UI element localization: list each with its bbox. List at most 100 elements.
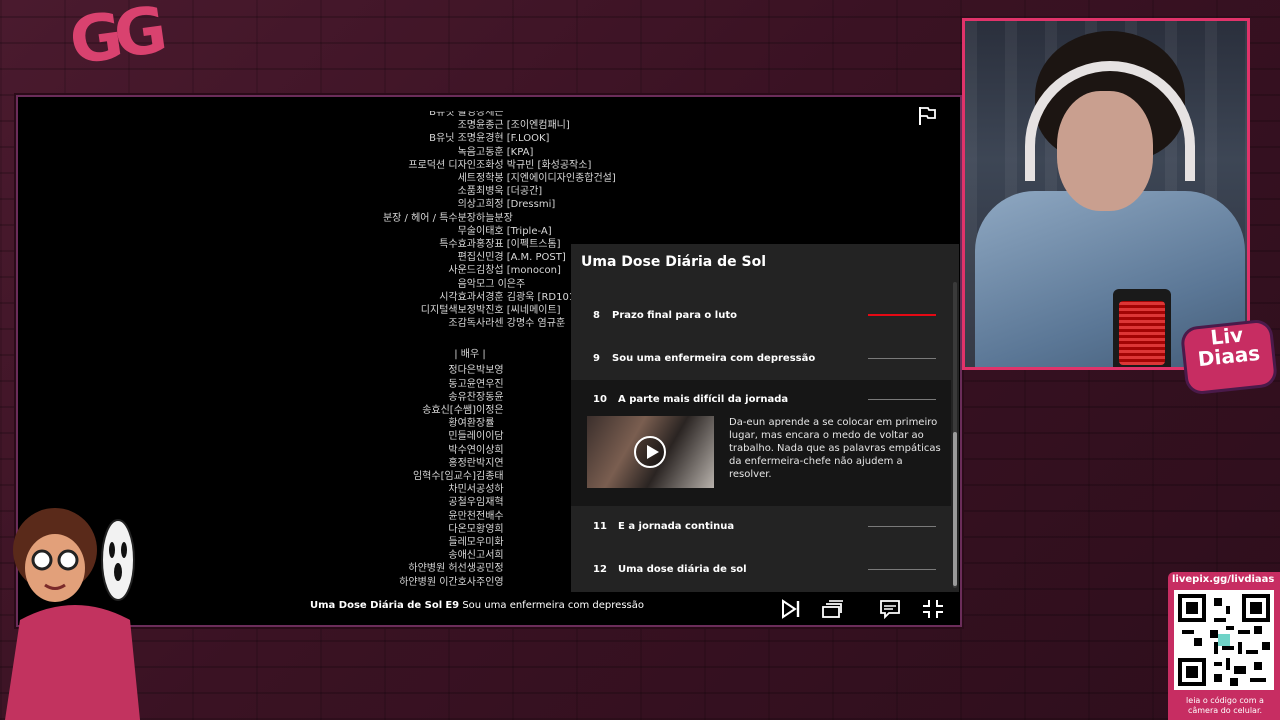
credit-role: 프로덕션 디자인 [408, 159, 476, 171]
episode-progress [868, 358, 936, 359]
episode-number: 9 [593, 353, 600, 364]
play-icon[interactable] [634, 436, 666, 468]
episode-row[interactable]: 12 Uma dose diária de sol [571, 550, 951, 592]
credit-name: 고동훈 [KPA] [476, 146, 534, 158]
credit-role: 홍정란 [448, 457, 476, 469]
credit-role: 정다은 [448, 365, 476, 377]
qr-code [1174, 590, 1274, 690]
episode-title: Sou uma enfermeira com depressão [612, 353, 816, 364]
credit-name: 하늘분장 [476, 212, 513, 224]
gg-logo: GG [65, 0, 164, 80]
credit-role: 특수효과 [439, 239, 476, 250]
subtitles-icon[interactable] [879, 599, 901, 619]
credit-name: 장동윤 [476, 391, 504, 403]
episode-progress [868, 569, 936, 570]
credit-name: 박보영 [476, 365, 504, 377]
livepix-panel: livepix.gg/livdiaas leia o código com a … [1168, 572, 1280, 720]
credit-name: 조화성 박규빈 [화성공작소] [476, 159, 592, 171]
episodes-scrollbar[interactable] [953, 282, 957, 588]
episodes-icon[interactable] [821, 599, 843, 619]
episodes-panel-title: Uma Dose Diária de Sol [581, 254, 767, 270]
credit-role: 다온모 [448, 523, 476, 535]
credit-role: 의상 [457, 199, 476, 211]
credit-role: 황여환 [448, 418, 476, 430]
credit-name: 모그 이은주 [476, 278, 526, 290]
credit-role: 세트 [457, 173, 476, 184]
episode-number: 11 [593, 521, 607, 532]
episode-thumbnail[interactable] [587, 416, 714, 488]
credit-name: 윤경현 [F.LOOK] [476, 133, 550, 145]
episode-row[interactable]: 8 Prazo final para o luto [571, 296, 951, 339]
scrollbar-thumb[interactable] [953, 432, 957, 586]
now-playing-episode: E9 [445, 600, 460, 611]
flag-icon[interactable] [916, 105, 938, 127]
credit-name: 장세은 [476, 111, 504, 118]
exit-fullscreen-icon[interactable] [922, 599, 944, 619]
liv-diaas-logo: Liv Diaas [1182, 321, 1276, 393]
microphone-icon [1113, 289, 1171, 367]
credit-role: 송유찬 [448, 391, 476, 403]
credit-role: 녹음 [457, 146, 476, 158]
streamer-avatar [5, 508, 140, 720]
credit-role: 하얀병원 이간호사 [399, 576, 476, 588]
episode-progress-fill [868, 314, 936, 316]
credit-name: 사라센 강명수 염규훈 [476, 318, 566, 330]
credit-name: 고서희 [476, 550, 504, 562]
credit-name: 홍장표 [이펙트스톰] [476, 239, 561, 250]
credit-role: 민들레 [448, 431, 476, 443]
credit-role: 무술 [457, 225, 476, 237]
episodes-panel: Uma Dose Diária de Sol 8 Prazo final par… [571, 244, 959, 592]
credit-role: 음악 [457, 278, 476, 290]
credit-name: 이상희 [476, 444, 504, 456]
credit-name: 신민경 [A.M. POST] [476, 252, 566, 264]
episode-number: 8 [593, 310, 600, 321]
credit-role: 하얀병원 허선생 [408, 563, 476, 575]
next-episode-icon[interactable] [780, 599, 802, 619]
now-playing-episode-title: Sou uma enfermeira com depressão [462, 600, 644, 611]
episode-number: 10 [593, 394, 607, 405]
credit-role: 들레모 [448, 537, 476, 548]
credit-name: 윤종근 [조이엔컴패니] [476, 120, 570, 132]
episode-row-expanded[interactable]: 10 A parte mais difícil da jornada Da-eu… [571, 380, 951, 506]
episode-description: Da-eun aprende a se colocar em primeiro … [729, 417, 941, 480]
episode-progress [868, 526, 936, 527]
credit-role: 박수연 [448, 444, 476, 456]
credit-name: 임재혁 [476, 497, 504, 509]
credit-role: 편집 [457, 252, 476, 264]
credit-name: 박진호 [씨네메이트] [476, 305, 561, 316]
episode-title: Prazo final para o luto [612, 310, 737, 321]
episode-progress [868, 399, 936, 400]
credit-name: 이정은 [476, 405, 504, 416]
credit-role: 소품 [457, 186, 476, 198]
episode-title: E a jornada continua [618, 521, 735, 532]
credit-name: 황영희 [476, 523, 504, 535]
credit-role: 시각효과 [439, 291, 476, 303]
credit-name: 주인영 [476, 576, 504, 588]
credit-name: 서경훈 김광욱 [RD101 [476, 291, 576, 303]
now-playing-show: Uma Dose Diária de Sol [310, 600, 443, 611]
credit-name: 최병욱 [더공간] [476, 186, 543, 198]
credit-role: 윤만천 [448, 510, 476, 522]
episode-row[interactable]: 11 E a jornada continua [571, 507, 951, 550]
credit-role: 차민서 [448, 484, 476, 496]
livepix-hint: leia o código com a câmera do celular. [1186, 696, 1264, 715]
credit-name: 공성하 [476, 484, 504, 496]
credit-name: 고희정 [Dressmi] [476, 199, 556, 211]
credit-name: 김종태 [476, 471, 504, 482]
credit-name: 김창섭 [monocon] [476, 265, 561, 277]
credit-name: 공민정 [476, 563, 504, 575]
credit-role: 임혁수[임교수] [412, 471, 476, 482]
credit-role: 조감독 [448, 318, 476, 330]
episode-number: 12 [593, 564, 607, 575]
credit-name: 박지연 [476, 457, 504, 469]
livepix-url: livepix.gg/livdiaas [1172, 574, 1275, 585]
credit-role: 디지털색보정 [420, 305, 476, 316]
video-player[interactable]: B유닛 촬영 장세은 조명 윤종근 [조이엔컴패니] B유닛 조명 윤경현 [F.LOOK… [16, 95, 962, 627]
now-playing-label: Uma Dose Diária de Sol E9 Sou uma enferm… [310, 600, 644, 611]
credit-role: 사운드 [448, 265, 476, 277]
webcam-feed [962, 18, 1250, 370]
episode-title: Uma dose diária de sol [618, 564, 747, 575]
episode-row[interactable]: 9 Sou uma enfermeira com depressão [571, 339, 951, 382]
credit-role: B유닛 조명 [429, 133, 476, 145]
credit-name: 우미화 [476, 537, 504, 548]
